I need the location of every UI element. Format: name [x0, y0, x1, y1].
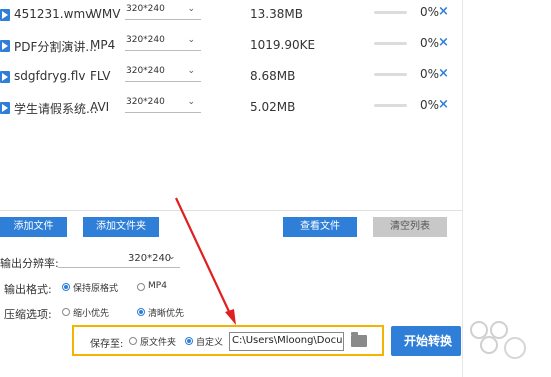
arrow-shaft	[175, 197, 233, 319]
watermark-graphic	[470, 321, 526, 359]
arrow-head	[225, 309, 236, 325]
